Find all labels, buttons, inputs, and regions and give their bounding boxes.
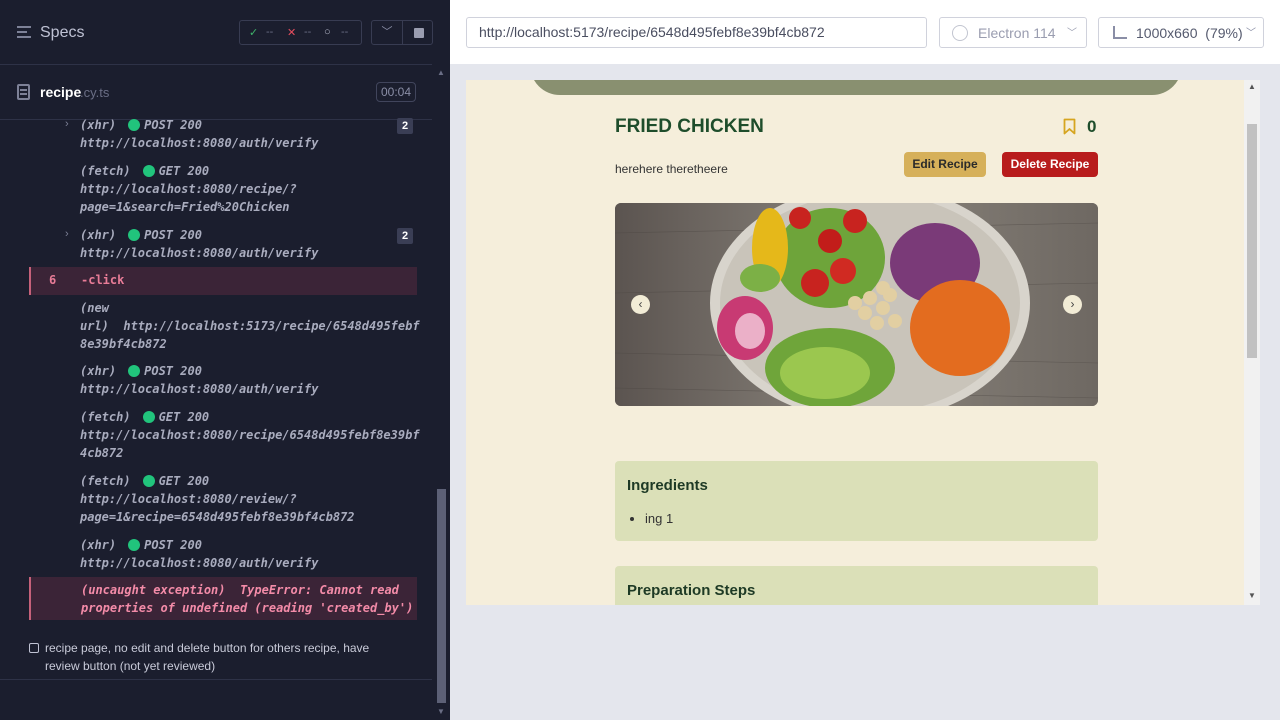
spec-file-row[interactable]: recipe .cy.ts 00:04	[0, 73, 432, 120]
status-dot-icon	[128, 119, 141, 131]
ingredient-item: ing 1	[645, 511, 673, 526]
bookmark-count: 0	[1087, 117, 1097, 136]
pending-count: --	[341, 26, 349, 38]
viewport-zoom: (79%)	[1205, 25, 1243, 41]
test-title: recipe page, no edit and delete button f…	[45, 641, 370, 673]
spec-ext: .cy.ts	[80, 85, 110, 100]
spec-duration: 00:04	[376, 82, 417, 102]
log-entry[interactable]: (fetch) GET 200 http://localhost:8080/rev…	[80, 472, 355, 526]
chevron-down-icon: ﹀	[1067, 28, 1077, 39]
ingredients-title: Ingredients	[627, 477, 708, 494]
x-icon: ✕	[287, 27, 297, 39]
log-entry[interactable]: (xhr) POST 200 http://localhost:8080/auth…	[80, 536, 318, 572]
url-bar[interactable]: http://localhost:5173/recipe/6548d495feb…	[466, 17, 927, 48]
recipe-image-carousel: ‹ ›	[615, 203, 1098, 406]
navbar	[530, 80, 1182, 95]
chevron-down-icon: ﹀	[1246, 28, 1256, 39]
status-dot-icon	[142, 475, 155, 487]
test-stats: ✓ -- ✕ -- ○ --	[239, 20, 362, 45]
scrollbar-thumb[interactable]	[437, 489, 446, 703]
test-status-icon	[29, 643, 39, 653]
chevron-down-icon[interactable]: ﹀	[372, 21, 403, 44]
command-number: 6	[49, 273, 57, 287]
scroll-up-icon[interactable]: ▲	[437, 68, 445, 77]
aut-header: http://localhost:5173/recipe/6548d495feb…	[450, 0, 1280, 64]
carousel-prev-button[interactable]: ‹	[631, 295, 650, 314]
test-item[interactable]: recipe page, no edit and delete button f…	[0, 632, 432, 680]
browser-selector[interactable]: Electron 114 ﹀	[939, 17, 1087, 48]
scrollbar-thumb[interactable]	[1247, 124, 1257, 358]
spec-name: recipe	[40, 84, 82, 100]
browser-label: Electron 114	[978, 25, 1056, 41]
chevron-right-icon[interactable]: ›	[65, 118, 69, 130]
command-name: -click	[81, 273, 125, 287]
aut-scrollbar[interactable]: ▲ ▼	[1244, 80, 1260, 605]
specs-header: Specs ✓ -- ✕ -- ○ -- ﹀	[0, 0, 433, 65]
error-message-cont: properties of undefined (reading 'create…	[81, 601, 414, 615]
check-icon: ✓	[249, 27, 259, 39]
specs-title[interactable]: Specs	[40, 24, 84, 42]
pending-icon: ○	[324, 26, 331, 38]
delete-recipe-button[interactable]: Delete Recipe	[1002, 152, 1098, 177]
viewport-size: 1000x660	[1136, 25, 1198, 41]
log-entry[interactable]: (new url) http://localhost:5173/recipe/6…	[80, 299, 420, 353]
scroll-down-icon[interactable]: ▼	[437, 707, 445, 716]
log-entry[interactable]: (fetch) GET 200 http://localhost:8080/rec…	[80, 162, 297, 216]
ruler-icon	[1113, 26, 1127, 39]
menu-icon[interactable]	[17, 26, 33, 40]
error-label: (uncaught exception)	[81, 583, 226, 597]
error-message: TypeError: Cannot read	[239, 583, 399, 597]
preparation-card: Preparation Steps	[615, 566, 1098, 605]
recipe-description: herehere theretheere	[615, 162, 728, 176]
viewport-selector[interactable]: 1000x660 (79%) ﹀	[1098, 17, 1264, 48]
stop-icon[interactable]	[414, 28, 424, 38]
ingredients-card: Ingredients ing 1	[615, 461, 1098, 541]
recipe-photo	[615, 203, 1098, 406]
log-count-badge: 2	[397, 228, 413, 244]
edit-recipe-button[interactable]: Edit Recipe	[904, 152, 986, 177]
preparation-title: Preparation Steps	[627, 582, 756, 599]
status-dot-icon	[128, 365, 141, 377]
recipe-title: FRIED CHICKEN	[615, 116, 764, 137]
uncaught-exception[interactable]: (uncaught exception) TypeError: Cannot r…	[29, 577, 417, 620]
reporter-panel: Specs ✓ -- ✕ -- ○ -- ﹀ recipe .cy.ts 00:…	[0, 0, 450, 720]
command-click[interactable]: 6 -click	[29, 267, 417, 295]
reporter-scrollbar[interactable]: ▲ ▼	[433, 65, 450, 720]
log-entry[interactable]: (xhr) POST 200 http://localhost:8080/auth…	[80, 362, 318, 398]
log-count-badge: 2	[397, 118, 413, 134]
log-entry[interactable]: (xhr) POST 200 http://localhost:8080/auth…	[80, 116, 318, 152]
run-controls: ﹀	[371, 20, 433, 45]
log-entry[interactable]: (xhr) POST 200 http://localhost:8080/auth…	[80, 226, 318, 262]
bookmark-icon[interactable]	[1063, 118, 1076, 135]
passed-count: --	[266, 26, 274, 38]
failed-count: --	[304, 26, 312, 38]
status-dot-icon	[142, 411, 155, 423]
status-dot-icon	[128, 229, 141, 241]
app-under-test: FRIED CHICKEN 0 herehere theretheere Edi…	[466, 80, 1260, 605]
carousel-next-button[interactable]: ›	[1063, 295, 1082, 314]
log-entry[interactable]: (fetch) GET 200 http://localhost:8080/rec…	[80, 408, 420, 462]
document-icon	[17, 84, 30, 100]
status-dot-icon	[128, 539, 141, 551]
scroll-down-icon[interactable]: ▼	[1248, 591, 1256, 600]
electron-icon	[952, 25, 968, 41]
scroll-up-icon[interactable]: ▲	[1248, 82, 1256, 91]
chevron-right-icon[interactable]: ›	[65, 228, 69, 240]
status-dot-icon	[142, 165, 155, 177]
